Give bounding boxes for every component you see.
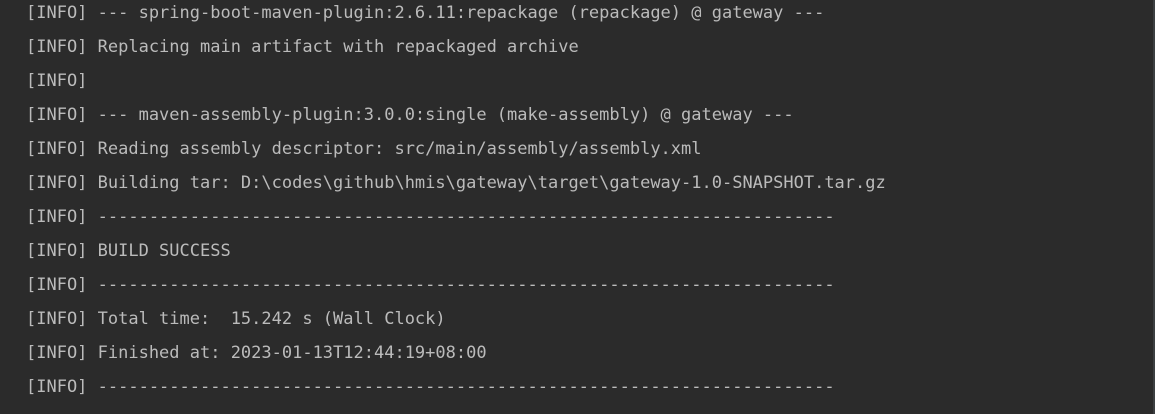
log-line: [INFO] Replacing main artifact with repa… bbox=[26, 37, 579, 57]
log-line: [INFO] ---------------------------------… bbox=[26, 377, 835, 397]
log-line: [INFO] BUILD SUCCESS bbox=[26, 241, 231, 261]
console-output[interactable]: [INFO] --- spring-boot-maven-plugin:2.6.… bbox=[0, 0, 1155, 414]
log-line: [INFO] --- spring-boot-maven-plugin:2.6.… bbox=[26, 3, 825, 23]
panel-edge bbox=[1153, 0, 1154, 414]
log-line: [INFO] --- maven-assembly-plugin:3.0.0:s… bbox=[26, 105, 794, 125]
log-line: [INFO] Finished at: 2023-01-13T12:44:19+… bbox=[26, 343, 487, 363]
log-line: [INFO] ---------------------------------… bbox=[26, 275, 835, 295]
log-line: [INFO] bbox=[26, 71, 88, 91]
log-line: [INFO] Total time: 15.242 s (Wall Clock) bbox=[26, 309, 446, 329]
log-line: [INFO] ---------------------------------… bbox=[26, 207, 835, 227]
log-line: [INFO] Reading assembly descriptor: src/… bbox=[26, 139, 702, 159]
log-line: [INFO] Building tar: D:\codes\github\hmi… bbox=[26, 173, 886, 193]
